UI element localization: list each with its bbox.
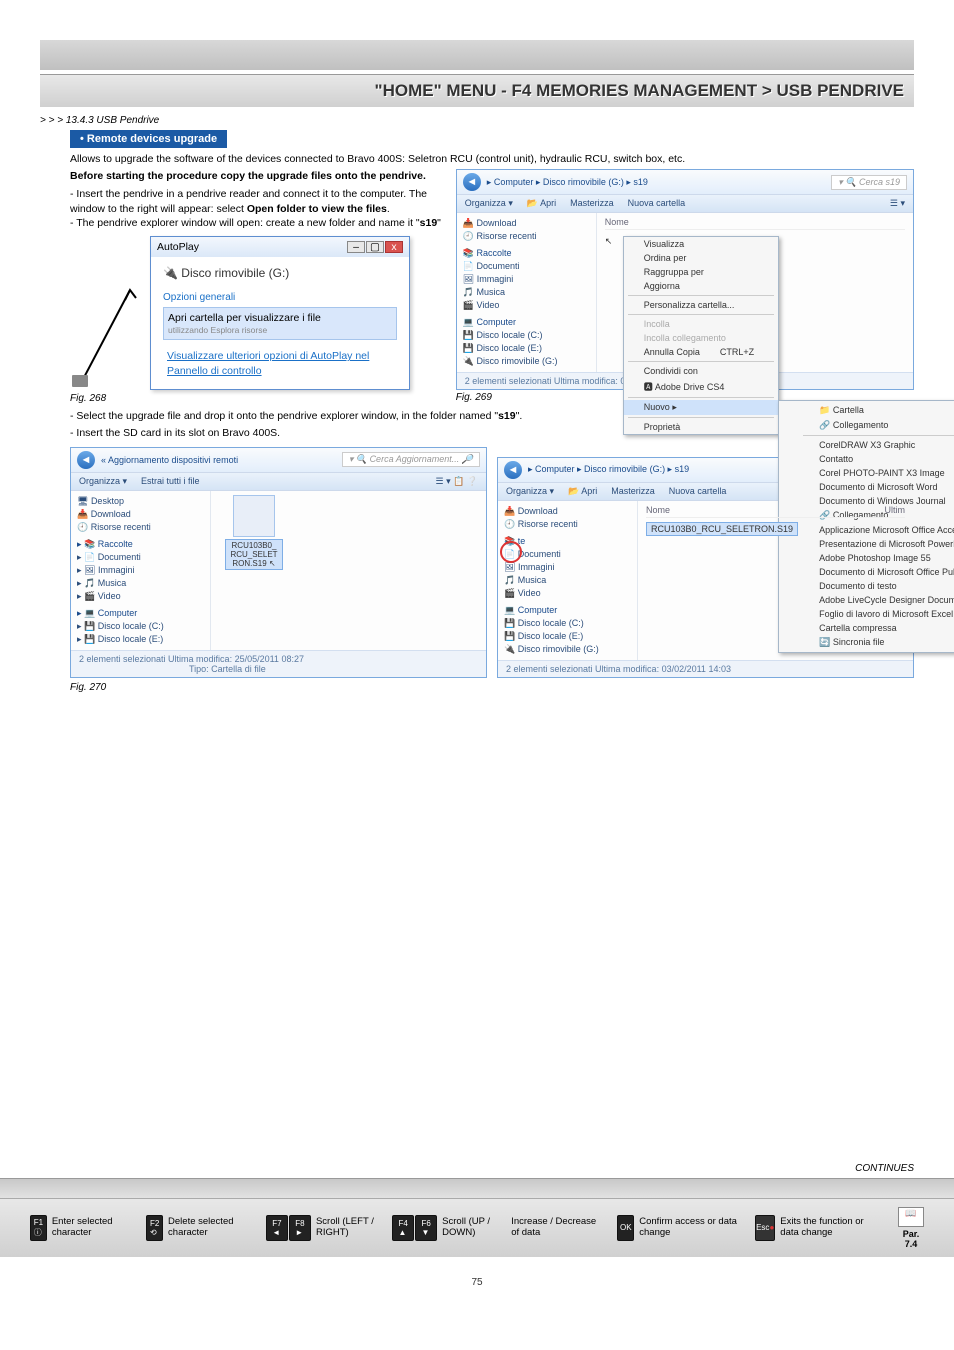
column-header[interactable]: Nome (605, 217, 905, 230)
f7-key-icon: F7◄ (266, 1215, 288, 1241)
search-input[interactable]: ▾ 🔍 Cerca Aggiornament... 🔎 (342, 452, 480, 467)
ok-key-icon: OK (617, 1215, 634, 1241)
explorer-window-source: ◄ « Aggiornamento dispositivi remoti ▾ 🔍… (70, 447, 487, 678)
breadcrumb-path[interactable]: ▸ Computer ▸ Disco rimovibile (G:) ▸ s19 (528, 464, 689, 475)
explorer-window-269: ◄ ▸ Computer ▸ Disco rimovibile (G:) ▸ s… (456, 169, 914, 390)
autoplay-open-folder[interactable]: Apri cartella per visualizzare i file ut… (163, 307, 397, 341)
f4-key-icon: F4▲ (392, 1215, 414, 1241)
column-nome[interactable]: Nome (646, 505, 670, 515)
sidebar[interactable]: 🖥 Desktop 📥 Download 🕘 Risorse recenti ▸… (71, 491, 211, 650)
back-icon[interactable]: ◄ (77, 451, 95, 469)
f1-desc: Enter selected character (52, 1217, 128, 1239)
autoplay-more-options[interactable]: Visualizzare ulteriori opzioni di AutoPl… (163, 346, 397, 380)
file-row[interactable]: RCU103B0_RCU_SELETRON.S19 (646, 522, 905, 536)
f2-key-icon: F2⟲ (146, 1215, 163, 1241)
f78-desc: Scroll (LEFT / RIGHT) (316, 1217, 374, 1239)
highlight-circle-icon (500, 541, 522, 563)
window-buttons[interactable]: –▢x (346, 240, 403, 254)
fig-268-caption: Fig. 268 (70, 392, 450, 406)
search-input[interactable]: ▾ 🔍 Cerca s19 (831, 175, 907, 190)
warning-text: Before starting the procedure copy the u… (70, 169, 450, 183)
f46-desc: Scroll (UP / DOWN) (442, 1217, 493, 1239)
f8-key-icon: F8► (289, 1215, 311, 1241)
back-icon[interactable]: ◄ (504, 461, 522, 479)
intro-text: Allows to upgrade the software of the de… (70, 152, 914, 166)
column-ultim[interactable]: Ultim (885, 505, 906, 515)
autoplay-section: Opzioni generali (163, 291, 397, 305)
incdec-desc: Increase / Decrease of data (511, 1217, 599, 1239)
sidebar[interactable]: 📥 Download 🕘 Risorse recenti 📚 Raccolte … (457, 213, 597, 372)
breadcrumb-path[interactable]: ▸ Computer ▸ Disco rimovibile (G:) ▸ s19 (487, 177, 648, 188)
autoplay-title-bar: AutoPlay (157, 240, 199, 254)
toolbar[interactable]: Organizza ▾ Estrai tutti i file ☰ ▾ 📋 ❔ (71, 473, 486, 491)
breadcrumb: > > > 13.4.3 USB Pendrive (40, 115, 914, 126)
status-bar: 2 elementi selezionati Ultima modifica: … (71, 650, 486, 677)
f2-desc: Delete selected character (168, 1217, 248, 1239)
autoplay-window: AutoPlay –▢x 🔌 Disco rimovibile (G:) Opz… (150, 236, 410, 390)
autoplay-drive: 🔌 Disco rimovibile (G:) (163, 265, 397, 281)
cursor-icon: ↖ (605, 236, 613, 246)
arrow-illustration (70, 270, 150, 390)
f1-key-icon: F1ⓘ (30, 1215, 47, 1241)
context-menu[interactable]: Visualizza Ordina per Raggruppa per Aggi… (623, 236, 779, 435)
header-band (40, 40, 914, 70)
ok-desc: Confirm access or data change (639, 1217, 737, 1239)
page-number: 75 (0, 1277, 954, 1288)
book-icon: 📖 (898, 1207, 924, 1227)
esc-key-icon: Esc● (755, 1215, 775, 1241)
page-title: "HOME" MENU - F4 MEMORIES MANAGEMENT > U… (40, 74, 914, 107)
back-icon[interactable]: ◄ (463, 173, 481, 191)
context-menu-nuovo[interactable]: Nuovo ▸ 📁 Cartella 🔗 Collegamento CorelD… (624, 400, 778, 415)
f6-key-icon: F6▼ (415, 1215, 437, 1241)
step-2: - The pendrive explorer window will open… (70, 216, 450, 230)
page-ref: 📖 Par.7.4 (898, 1207, 924, 1249)
step-1: - Insert the pendrive in a pendrive read… (70, 187, 450, 215)
file-icon-selected[interactable]: RCU103B0_ RCU_SELET RON.S19 ↖ (219, 495, 289, 570)
continues-label: CONTINUES (0, 1163, 954, 1178)
fig-270-caption: Fig. 270 (70, 682, 914, 693)
breadcrumb-path[interactable]: « Aggiornamento dispositivi remoti (101, 455, 238, 465)
section-tag: • Remote devices upgrade (70, 130, 227, 148)
sidebar[interactable]: 📥 Download 🕘 Risorse recenti 📚 te 📄 Docu… (498, 501, 638, 660)
footer-bar: F1ⓘ Enter selected character F2⟲ Delete … (0, 1198, 954, 1257)
esc-desc: Exits the function or data change (780, 1217, 880, 1239)
toolbar[interactable]: Organizza ▾ 📂 Apri Masterizza Nuova cart… (457, 195, 913, 213)
status-bar: 2 elementi selezionati Ultima modifica: … (498, 660, 913, 677)
